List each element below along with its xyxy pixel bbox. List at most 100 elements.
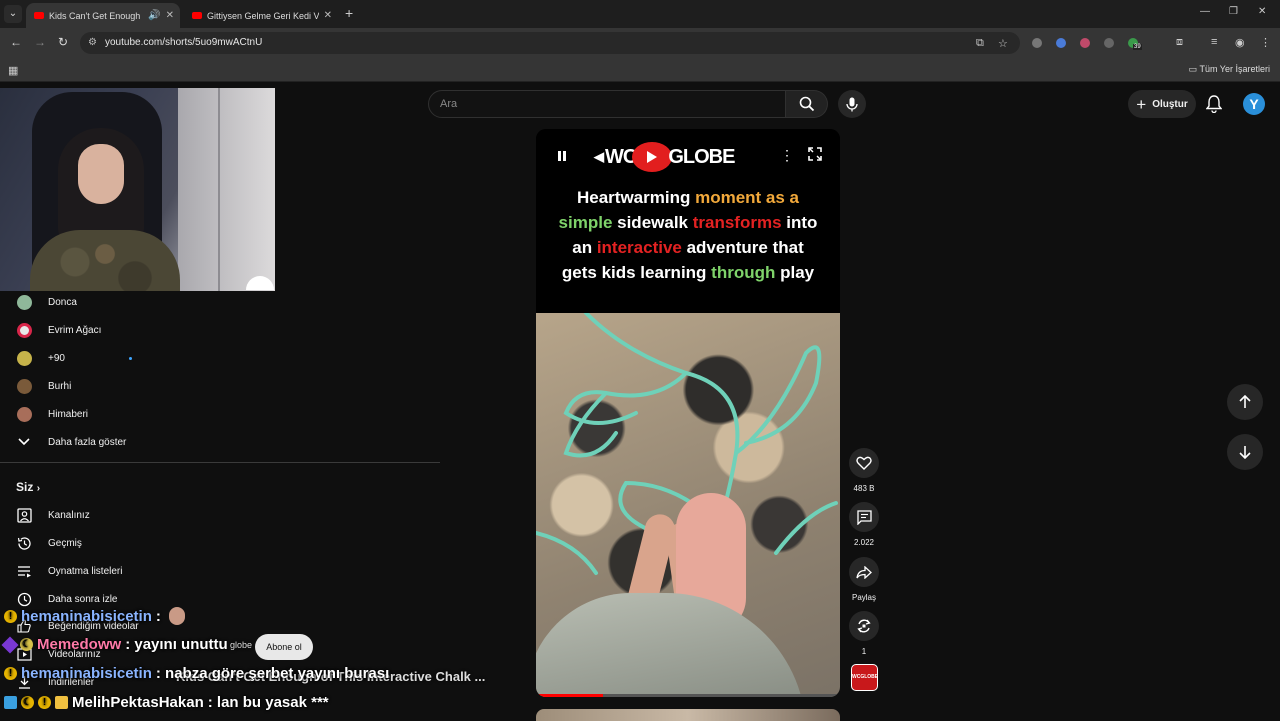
extension-icon[interactable]	[1104, 38, 1114, 48]
share-icon	[856, 565, 872, 579]
restore-icon[interactable]: ❐	[1229, 6, 1238, 17]
short-channel-name[interactable]: globe	[230, 640, 252, 650]
crown-badge-icon	[55, 696, 68, 709]
sidebar-channel-donca[interactable]: Donca	[0, 288, 440, 316]
fullscreen-button[interactable]	[808, 147, 822, 164]
cast-icon[interactable]: ⧉	[976, 37, 984, 50]
extension-icon[interactable]	[1056, 38, 1066, 48]
tab-search-button[interactable]: ⌄	[4, 5, 22, 23]
avatar[interactable]: Y	[1243, 93, 1265, 115]
voice-search-button[interactable]	[838, 90, 866, 118]
reload-icon[interactable]: ↻	[58, 35, 68, 49]
chevron-down-icon	[16, 434, 32, 450]
channel-avatar	[16, 294, 32, 310]
close-tab-icon[interactable]: ✕	[324, 10, 332, 21]
caption-text: simple	[558, 213, 613, 232]
next-short-button[interactable]	[1227, 434, 1263, 470]
channel-thumbnail[interactable]: WCGLOBE	[851, 664, 878, 691]
shorts-player[interactable]: ◀ WC GLOBE ⋮ Heartwarming moment as a si…	[536, 129, 840, 697]
sidebar-item-label: Kanalınız	[48, 509, 90, 521]
minimize-icon[interactable]: —	[1200, 6, 1210, 17]
forward-icon[interactable]: →	[34, 35, 46, 49]
address-bar[interactable]: ⚙ youtube.com/shorts/5uo9mwACtnU ⧉ ☆	[80, 32, 1020, 54]
sidebar-item-label: Daha sonra izle	[48, 593, 118, 605]
bookmarks-bar: ▦ ▭ Tüm Yer İşaretleri	[0, 58, 1280, 82]
playlist-icon	[16, 563, 32, 579]
sidebar-item-label: Geçmiş	[48, 537, 82, 549]
play-logo-icon	[632, 142, 673, 172]
chat-message: ! hemaninabisicetin :	[4, 607, 185, 625]
youtube-favicon-icon	[192, 12, 202, 19]
sidebar-section-label: Siz	[16, 480, 34, 494]
chat-emote-icon	[168, 607, 185, 625]
bell-icon	[1205, 95, 1223, 114]
close-window-icon[interactable]: ✕	[1258, 6, 1266, 17]
extension-icon[interactable]	[1032, 38, 1042, 48]
comments-button[interactable]	[849, 502, 879, 532]
caption-text: transforms	[692, 213, 782, 232]
sidebar-channel-evrim-agaci[interactable]: Evrim Ağacı	[0, 316, 440, 344]
speaker-icon[interactable]: 🔊	[148, 10, 160, 21]
browser-tab-strip: ⌄ Kids Can't Get Enough of Th 🔊 ✕ Gittiy…	[0, 0, 1280, 28]
caption-text: an	[572, 238, 597, 257]
sidebar-item-label: Burhi	[48, 380, 72, 392]
apps-grid-icon[interactable]: ▦	[8, 64, 18, 77]
menu-icon[interactable]: ⋮	[1260, 36, 1271, 49]
close-tab-icon[interactable]: ✕	[166, 10, 174, 21]
chat-text: : yayını unuttu	[125, 636, 228, 653]
chat-username: Memedoww	[37, 636, 122, 653]
sidebar-channel-plus90[interactable]: +90	[0, 344, 440, 372]
back-icon[interactable]: ←	[10, 35, 22, 49]
subscribe-button[interactable]: Abone ol	[255, 634, 313, 660]
site-info-icon[interactable]: ⚙	[88, 37, 97, 48]
chat-message: ! hemaninabisicetin : nabza göre şerbet …	[4, 665, 389, 682]
sidebar-show-more[interactable]: Daha fazla göster	[0, 428, 440, 456]
profile-icon[interactable]: ◉	[1235, 36, 1245, 49]
all-bookmarks[interactable]: ▭ Tüm Yer İşaretleri	[1189, 64, 1270, 75]
like-count: 483 B	[853, 484, 875, 493]
new-tab-button[interactable]: +	[345, 5, 353, 21]
crescent-badge-icon: ☾	[21, 696, 34, 709]
extensions-puzzle-icon[interactable]: ⧈	[1176, 36, 1183, 49]
pause-button[interactable]	[556, 149, 568, 165]
search-input[interactable]: Ara	[428, 90, 786, 118]
caption-text: gets kids learning	[561, 263, 712, 282]
media-control-icon[interactable]: ≡	[1211, 36, 1217, 48]
video-progress-bar[interactable]	[536, 694, 840, 697]
arrow-up-icon	[1239, 395, 1251, 408]
sidebar-channel-burhi[interactable]: Burhi	[0, 372, 440, 400]
remix-button[interactable]	[849, 611, 879, 641]
chat-username: MelihPektasHakan	[72, 694, 204, 711]
warning-badge-icon: !	[4, 667, 17, 680]
tab-inactive[interactable]: Gittiysen Gelme Geri Kedi Versi ✕	[184, 3, 338, 28]
previous-short-button[interactable]	[1227, 384, 1263, 420]
notifications-button[interactable]	[1205, 95, 1223, 118]
like-button[interactable]	[849, 448, 879, 478]
channel-icon	[16, 507, 32, 523]
next-short-preview[interactable]	[536, 709, 840, 721]
heart-icon	[856, 456, 872, 470]
caption-text: adventure that	[681, 238, 804, 257]
bookmark-star-icon[interactable]: ☆	[998, 37, 1008, 50]
url-text: youtube.com/shorts/5uo9mwACtnU	[105, 37, 263, 48]
sidebar-channel-himaberi[interactable]: Himaberi	[0, 400, 440, 428]
chat-username: hemaninabisicetin	[21, 607, 152, 625]
search-button[interactable]	[786, 90, 828, 118]
more-options-icon[interactable]: ⋮	[780, 147, 794, 164]
caption-text: into	[781, 213, 818, 232]
video-frame	[536, 313, 840, 697]
volume-icon[interactable]: ◀	[594, 149, 604, 165]
sidebar-section-you[interactable]: Siz ›	[16, 480, 40, 494]
share-button[interactable]	[849, 557, 879, 587]
sidebar-item-history[interactable]: Geçmiş	[0, 529, 440, 557]
comment-count: 2.022	[853, 538, 875, 547]
sidebar-item-playlists[interactable]: Oynatma listeleri	[0, 557, 440, 585]
tab-active[interactable]: Kids Can't Get Enough of Th 🔊 ✕	[26, 3, 180, 28]
sidebar-item-label: Daha fazla göster	[48, 436, 127, 448]
create-button[interactable]: + Oluştur	[1128, 90, 1196, 118]
gem-badge-icon	[1, 636, 19, 653]
live-indicator-dot	[129, 357, 132, 360]
extension-icon[interactable]	[1080, 38, 1090, 48]
warning-badge-icon: !	[38, 696, 51, 709]
sidebar-item-your-channel[interactable]: Kanalınız	[0, 501, 440, 529]
